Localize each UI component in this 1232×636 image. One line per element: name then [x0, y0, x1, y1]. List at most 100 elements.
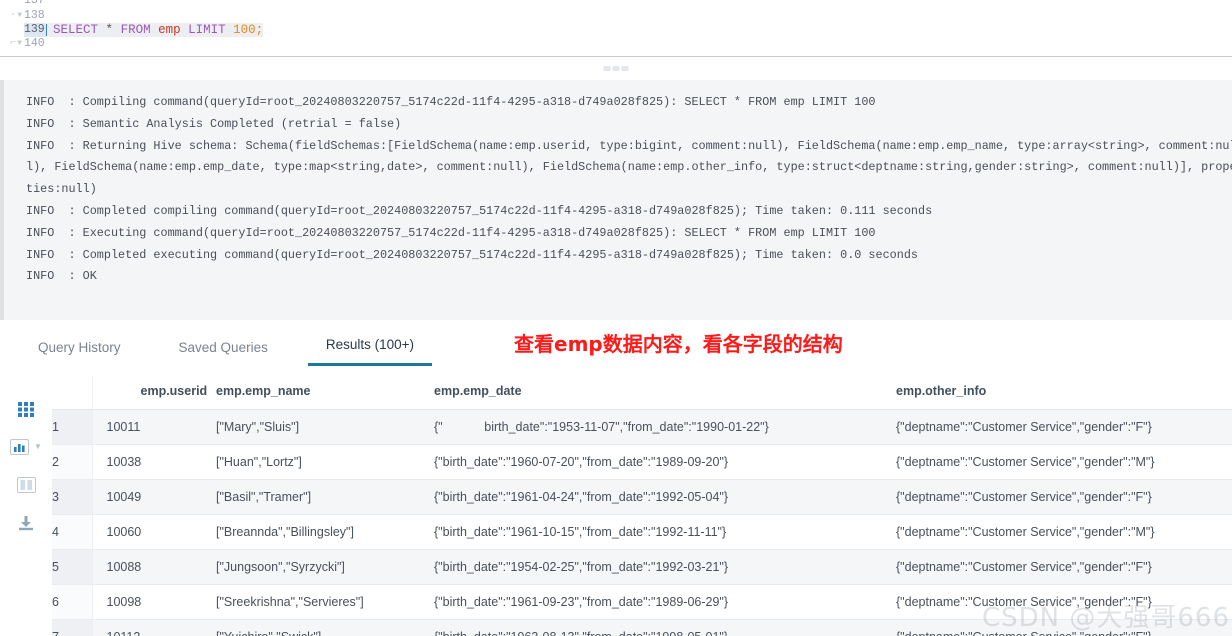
table-row[interactable]: 2 10038 ["Huan","Lortz"] {"birth_date":"… [52, 444, 1232, 480]
log-line: ties:null) [26, 182, 97, 197]
results-table-container[interactable]: emp.userid emp.emp_name emp.emp_date emp… [52, 376, 1232, 636]
row-index: 1 [52, 409, 93, 445]
cell-userid: 10060 [92, 514, 216, 550]
cell-emp-date: {"birth_date":"1963-08-13","from_date":"… [434, 619, 896, 636]
results-view-rail: ▼ [0, 376, 52, 636]
line-number: 137 [24, 0, 45, 7]
cell-emp-date: {"birth_date":"1961-10-15","from_date":"… [434, 514, 896, 550]
cell-emp-date: {"birth_date":"1960-07-20","from_date":"… [434, 444, 896, 480]
cell-other-info: {"deptname":"Customer Service","gender":… [896, 409, 1232, 445]
sql-star: * [105, 23, 114, 37]
fold-dot-icon: · [10, 10, 17, 21]
fold-gutter[interactable]: · ▼ [0, 11, 24, 21]
line-number: 140 [24, 37, 45, 50]
cell-other-info: {"deptname":"Customer Service","gender":… [896, 479, 1232, 515]
results-tabbar: Query History Saved Queries Results (100… [0, 320, 1232, 366]
sql-editor[interactable]: 137 · ▼ 138 139 SELECT * FROM emp LIMIT … [0, 0, 1232, 56]
chevron-down-icon[interactable]: ▼ [17, 40, 22, 48]
tab-results[interactable]: Results (100+) [307, 337, 433, 366]
tab-saved-queries[interactable]: Saved Queries [161, 340, 286, 366]
editor-line-140: ⌐ ▼ 140 [0, 37, 1232, 51]
table-row[interactable]: 5 10088 ["Jungsoon","Syrzycki"] {"birth_… [52, 549, 1232, 585]
cell-emp-name: ["Mary","Sluis"] [216, 409, 434, 445]
cell-emp-name: ["Yuichiro","Swick"] [216, 619, 434, 636]
cell-emp-name: ["Jungsoon","Syrzycki"] [216, 549, 434, 585]
table-row[interactable]: 3 10049 ["Basil","Tramer"] {"birth_date"… [52, 479, 1232, 515]
cell-emp-name: ["Sreekrishna","Servieres"] [216, 584, 434, 620]
grid-view-icon [17, 402, 35, 417]
row-index: 4 [52, 514, 93, 550]
chart-view-button[interactable]: ▼ [10, 439, 42, 455]
columns-view-button[interactable] [16, 477, 36, 493]
tab-query-history[interactable]: Query History [20, 340, 139, 366]
cell-other-info: {"deptname":"Customer Service","gender":… [896, 549, 1232, 585]
editor-line-138: · ▼ 138 [0, 9, 1232, 23]
sql-statement-line[interactable]: SELECT * FROM emp LIMIT 100; [46, 23, 264, 37]
sql-keyword-from: FROM [120, 23, 151, 37]
log-line: INFO : Returning Hive schema: Schema(fie… [26, 138, 1232, 153]
download-icon [17, 515, 35, 531]
cell-emp-name: ["Huan","Lortz"] [216, 444, 434, 480]
cell-emp-date: {"birth_date":"1961-04-24","from_date":"… [434, 479, 896, 515]
chart-view-icon [10, 439, 30, 455]
line-number: 138 [24, 9, 45, 22]
cell-other-info: {"deptname":"Customer Service","gender":… [896, 584, 1232, 620]
table-header-row: emp.userid emp.emp_name emp.emp_date emp… [52, 376, 1232, 410]
chevron-down-icon[interactable]: ▼ [17, 12, 22, 20]
cell-emp-name: ["Breannda","Billingsley"] [216, 514, 434, 550]
log-line: INFO : OK [26, 269, 97, 284]
table-row[interactable]: 1 10011 ["Mary","Sluis"] {" birth_date":… [52, 409, 1232, 445]
sql-limit-value: 100 [233, 23, 256, 37]
editor-line-139: 139 SELECT * FROM emp LIMIT 100; [0, 23, 1232, 37]
cell-other-info: {"deptname":"Customer Service","gender":… [896, 619, 1232, 636]
cell-userid: 10011 [92, 409, 216, 445]
table-row[interactable]: 4 10060 ["Breannda","Billingsley"] {"bir… [52, 514, 1232, 550]
log-line: INFO : Executing command(queryId=root_20… [26, 225, 876, 240]
download-button[interactable] [17, 515, 35, 531]
column-header-emp-name[interactable]: emp.emp_name [216, 376, 434, 410]
table-row[interactable]: 7 10112 ["Yuichiro","Swick"] {"birth_dat… [52, 619, 1232, 636]
cell-userid: 10088 [92, 549, 216, 585]
sql-semicolon: ; [255, 23, 264, 37]
cell-emp-name: ["Basil","Tramer"] [216, 479, 434, 515]
log-line: INFO : Completed compiling command(query… [26, 203, 933, 218]
fold-gutter[interactable]: ⌐ ▼ [0, 39, 24, 49]
cell-userid: 10049 [92, 479, 216, 515]
log-line: INFO : Semantic Analysis Completed (retr… [26, 116, 402, 131]
chevron-down-icon[interactable]: ▼ [34, 443, 42, 451]
cell-emp-date: {" birth_date":"1953-11-07","from_date":… [434, 409, 896, 445]
text-caret [46, 24, 47, 36]
panel-splitter[interactable] [0, 56, 1232, 80]
table-row[interactable]: 6 10098 ["Sreekrishna","Servieres"] {"bi… [52, 584, 1232, 620]
annotation-text: 查看emp数据内容，看各字段的结构 [514, 332, 843, 356]
row-index: 6 [52, 584, 93, 620]
sql-keyword-limit: LIMIT [188, 23, 226, 37]
column-header-emp-date[interactable]: emp.emp_date [434, 376, 896, 410]
log-line: INFO : Compiling command(queryId=root_20… [26, 95, 876, 109]
cell-other-info: {"deptname":"Customer Service","gender":… [896, 514, 1232, 550]
log-line: l), FieldSchema(name:emp.emp_date, type:… [26, 160, 1232, 175]
grid-view-button[interactable] [17, 402, 35, 417]
row-index: 7 [52, 619, 93, 636]
line-number-current: 139 [24, 23, 46, 37]
sql-table-name: emp [158, 23, 181, 37]
row-index: 2 [52, 444, 93, 480]
splitter-grip-icon[interactable] [603, 66, 629, 71]
results-table: emp.userid emp.emp_name emp.emp_date emp… [52, 376, 1232, 636]
columns-icon [16, 477, 36, 493]
fold-bracket-icon: ⌐ [10, 38, 17, 49]
editor-line-137: 137 [0, 0, 1232, 9]
hive-query-editor-page: 137 · ▼ 138 139 SELECT * FROM emp LIMIT … [0, 0, 1232, 636]
cell-other-info: {"deptname":"Customer Service","gender":… [896, 444, 1232, 480]
column-header-other-info[interactable]: emp.other_info [896, 376, 1232, 410]
cell-userid: 10112 [92, 619, 216, 636]
cell-userid: 10098 [92, 584, 216, 620]
log-line: INFO : Completed executing command(query… [26, 247, 918, 262]
cell-userid: 10038 [92, 444, 216, 480]
cell-emp-date: {"birth_date":"1954-02-25","from_date":"… [434, 549, 896, 585]
cell-emp-date: {"birth_date":"1961-09-23","from_date":"… [434, 584, 896, 620]
column-header-userid[interactable]: emp.userid [92, 376, 216, 410]
sql-keyword-select: SELECT [53, 23, 99, 37]
column-header-rownum[interactable] [52, 376, 93, 410]
query-log-panel: INFO : Compiling command(queryId=root_20… [0, 80, 1232, 320]
